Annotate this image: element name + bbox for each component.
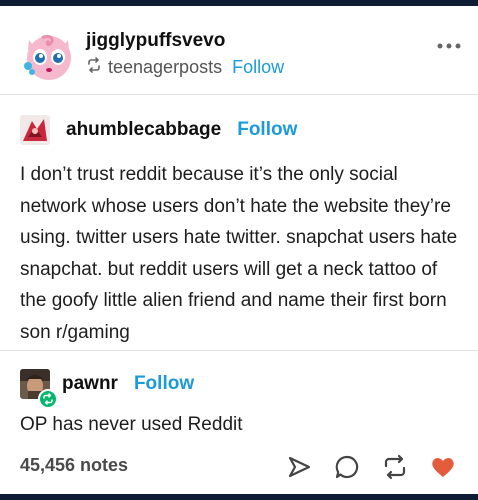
ahumblecabbage-avatar[interactable] xyxy=(20,115,50,145)
more-horizontal-icon[interactable] xyxy=(436,36,462,56)
post-header: jigglypuffsvevo teenagerposts Follow xyxy=(0,6,478,94)
thread-entry-header: ahumblecabbage Follow xyxy=(20,114,297,146)
reply-icon[interactable] xyxy=(334,454,360,480)
post-card: jigglypuffsvevo teenagerposts Follow ahu… xyxy=(0,6,478,494)
thread-username[interactable]: ahumblecabbage xyxy=(66,119,221,141)
jigglypuff-avatar[interactable] xyxy=(20,26,76,82)
post-username[interactable]: jigglypuffsvevo xyxy=(86,30,225,52)
bottom-bar xyxy=(0,494,478,500)
reblog-source: teenagerposts Follow xyxy=(86,57,284,78)
thread-divider xyxy=(0,350,478,351)
post-body-text: I don’t trust reddit because it’s the on… xyxy=(20,164,458,343)
post-footer: 45,456 notes xyxy=(0,446,478,486)
like-icon[interactable] xyxy=(430,454,456,480)
reblog-icon[interactable] xyxy=(382,454,408,480)
reblog-small-icon xyxy=(86,57,102,78)
reblogged-from-username[interactable]: teenagerposts xyxy=(108,57,222,78)
follow-button[interactable]: Follow xyxy=(237,119,297,141)
thread-username[interactable]: pawnr xyxy=(62,373,118,395)
share-icon[interactable] xyxy=(286,454,312,480)
follow-source-button[interactable]: Follow xyxy=(232,57,284,78)
notes-count[interactable]: 45,456 notes xyxy=(20,455,128,476)
follow-button[interactable]: Follow xyxy=(134,373,194,395)
reblog-badge-icon xyxy=(38,389,58,409)
post-body-text: OP has never used Reddit xyxy=(20,414,243,435)
header-divider xyxy=(0,94,478,95)
